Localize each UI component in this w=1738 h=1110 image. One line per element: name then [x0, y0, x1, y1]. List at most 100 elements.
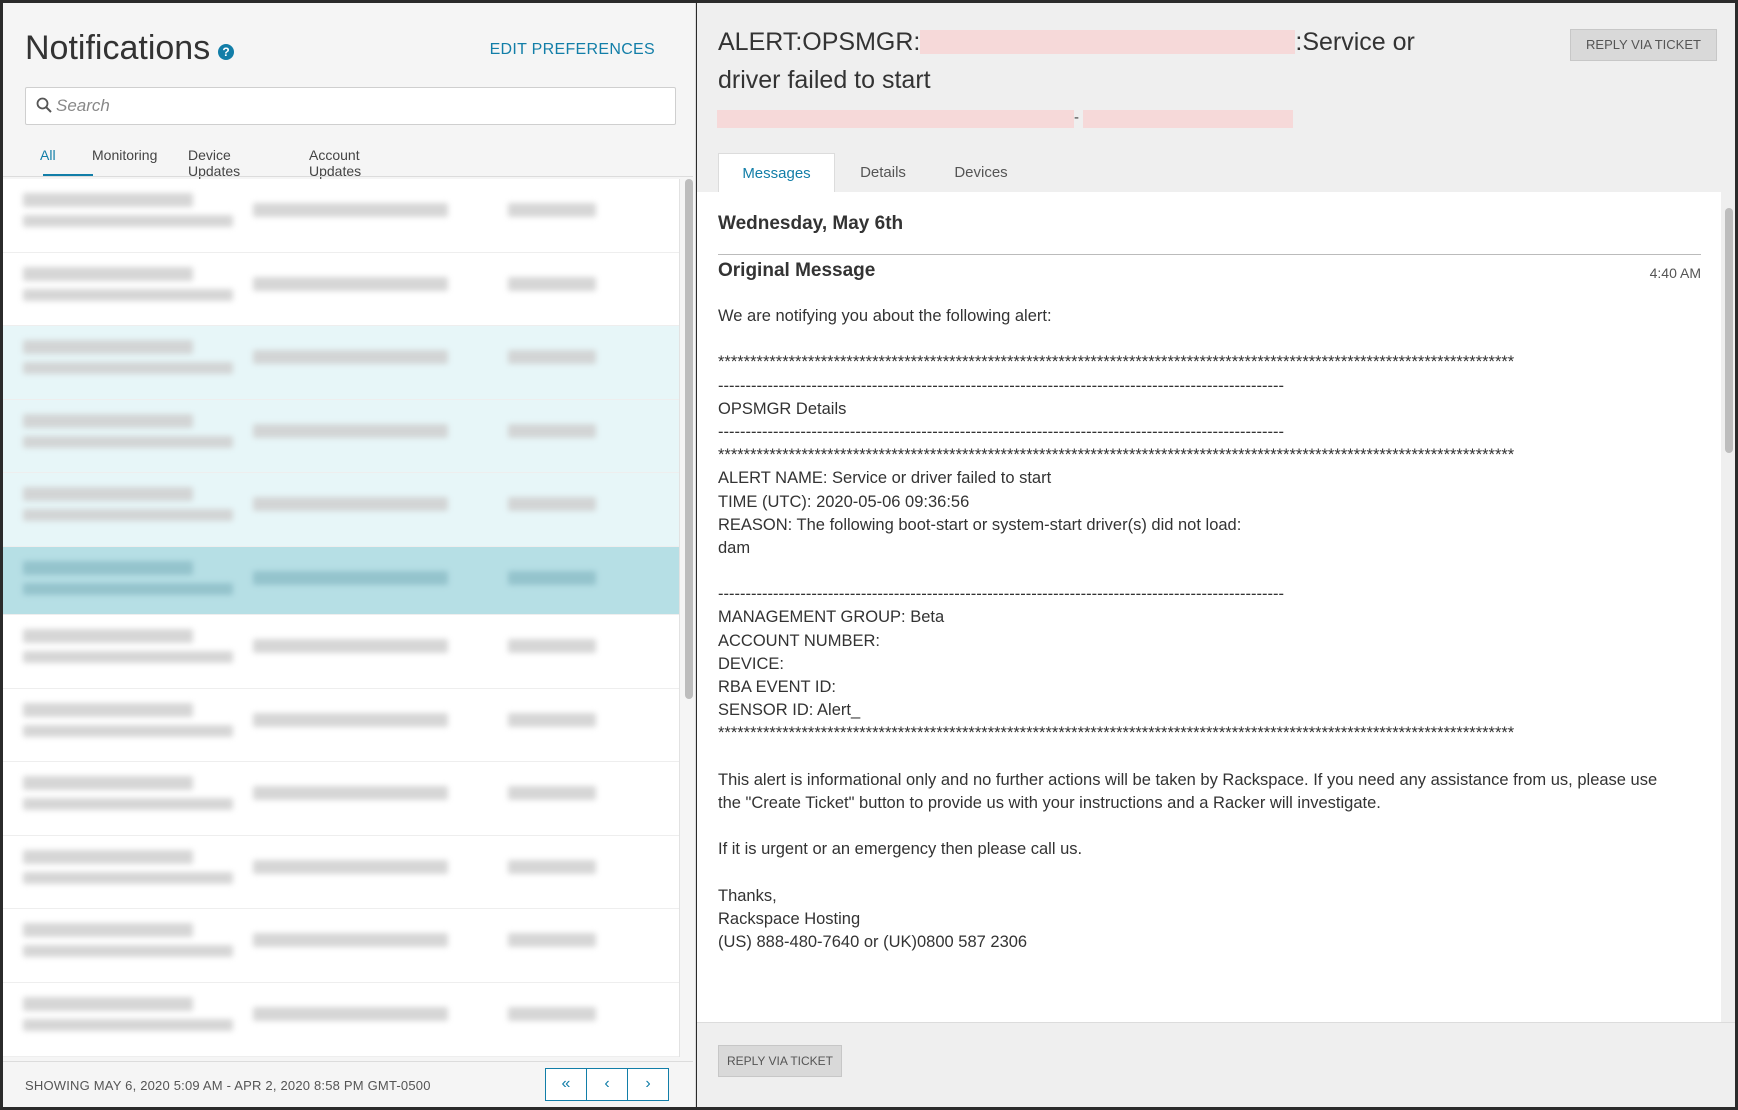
notifications-panel: Notifications ? EDIT PREFERENCES All Mon…: [3, 3, 696, 1107]
detail-footer: REPLY VIA TICKET: [697, 1022, 1735, 1107]
search-icon: [36, 97, 52, 113]
page-title: Notifications: [25, 29, 211, 67]
list-scrollbar[interactable]: [685, 179, 693, 699]
list-item[interactable]: [3, 179, 679, 253]
message-line: ALERT NAME: Service or driver failed to …: [718, 469, 1052, 488]
previous-page-button[interactable]: ‹: [586, 1068, 628, 1101]
list-item[interactable]: [3, 762, 679, 836]
message-line: ****************************************…: [718, 353, 1515, 372]
search-box[interactable]: [25, 87, 676, 125]
list-footer: SHOWING MAY 6, 2020 5:09 AM - APR 2, 202…: [3, 1061, 693, 1107]
redacted-text: [253, 638, 448, 653]
message-line: dam: [718, 538, 751, 557]
subtitle-separator: -: [1074, 109, 1079, 126]
redacted-text: [23, 996, 193, 1011]
redacted-text: [253, 350, 448, 365]
redacted-text: [508, 423, 596, 438]
redacted-text: [508, 859, 596, 874]
next-page-button[interactable]: ›: [627, 1068, 669, 1101]
message-time: 4:40 AM: [1649, 265, 1701, 281]
notification-list: [3, 179, 680, 1057]
redacted-text: [23, 1018, 233, 1031]
redacted-text: [508, 638, 596, 653]
redacted-text: [253, 276, 448, 291]
redacted-text: [23, 288, 233, 301]
redacted-text: [508, 350, 596, 365]
message-line: RBA EVENT ID:: [718, 678, 836, 696]
redacted-text: [23, 435, 233, 448]
message-line: [718, 814, 1708, 837]
message-line: ACCOUNT NUMBER:: [718, 631, 880, 650]
redacted-text: [23, 724, 233, 737]
message-line: ----------------------------------------…: [718, 422, 1284, 441]
redacted-text: [23, 776, 193, 791]
tab-monitoring[interactable]: Monitoring: [92, 147, 157, 163]
redacted-text: [253, 570, 448, 585]
message-line: If it is urgent or an emergency then ple…: [718, 840, 1083, 859]
tab-devices[interactable]: Devices: [931, 153, 1031, 193]
tab-details[interactable]: Details: [835, 153, 931, 193]
tab-account-updates[interactable]: Account Updates: [309, 147, 361, 179]
message-scrollbar[interactable]: [1725, 208, 1733, 453]
redacted-text: [23, 340, 193, 355]
redacted-text: [508, 570, 596, 585]
redacted-text: [23, 193, 193, 207]
pagination: « ‹ ›: [545, 1068, 669, 1101]
date-divider: [718, 254, 1701, 255]
list-item[interactable]: [3, 326, 679, 400]
message-line: DEVICE:: [718, 654, 785, 673]
redacted-text: [23, 560, 193, 575]
tab-device-updates[interactable]: Device Updates: [188, 147, 240, 179]
list-item[interactable]: [3, 689, 679, 763]
list-item[interactable]: [3, 615, 679, 689]
redacted-text: [23, 215, 233, 227]
list-item[interactable]: [3, 253, 679, 327]
redacted-text: [253, 423, 448, 438]
redacted-text: [23, 849, 193, 864]
reply-via-ticket-button[interactable]: REPLY VIA TICKET: [1570, 29, 1717, 61]
message-line: ----------------------------------------…: [718, 585, 1284, 604]
redacted-text: [23, 509, 233, 522]
list-item[interactable]: [3, 836, 679, 910]
list-item[interactable]: [3, 983, 679, 1057]
redacted-block: [920, 30, 1296, 54]
redacted-text: [23, 650, 233, 663]
redacted-text: [23, 413, 193, 428]
tab-messages[interactable]: Messages: [718, 153, 835, 193]
edit-preferences-link[interactable]: EDIT PREFERENCES: [490, 41, 655, 59]
list-item[interactable]: [3, 909, 679, 983]
redacted-text: [508, 203, 596, 217]
message-line: OPSMGR Details: [718, 399, 847, 418]
message-heading: Original Message: [718, 260, 876, 281]
message-line: ****************************************…: [718, 446, 1515, 465]
message-line: Rackspace Hosting: [718, 909, 861, 928]
message-line: REASON: The following boot-start or syst…: [718, 515, 1242, 534]
list-item[interactable]: [3, 473, 679, 547]
redacted-text: [23, 628, 193, 643]
redacted-text: [23, 487, 193, 502]
redacted-text: [253, 497, 448, 512]
redacted-text: [23, 923, 193, 938]
reply-via-ticket-button-bottom[interactable]: REPLY VIA TICKET: [718, 1045, 842, 1077]
message-line: ----------------------------------------…: [718, 376, 1284, 395]
first-page-button[interactable]: «: [545, 1068, 587, 1101]
message-line: SENSOR ID: Alert_: [718, 701, 861, 720]
redacted-text: [253, 786, 448, 801]
message-body: We are notifying you about the following…: [718, 304, 1708, 953]
message-line: We are notifying you about the following…: [718, 307, 1052, 325]
redacted-text: [253, 859, 448, 874]
message-line: the "Create Ticket" button to provide us…: [718, 793, 1381, 812]
search-input[interactable]: [56, 88, 656, 124]
message-line: [718, 559, 1708, 582]
list-item[interactable]: [3, 399, 679, 474]
redacted-text: [253, 712, 448, 727]
date-heading: Wednesday, May 6th: [718, 213, 904, 234]
redacted-text: [23, 582, 233, 595]
message-line: Thanks,: [718, 886, 777, 905]
tab-all[interactable]: All: [40, 147, 56, 163]
alert-title-prefix: ALERT:OPSMGR:: [718, 28, 921, 56]
message-line: ****************************************…: [718, 724, 1515, 743]
list-item[interactable]: [3, 546, 679, 615]
help-icon[interactable]: ?: [218, 44, 234, 60]
message-line: [718, 745, 1708, 768]
